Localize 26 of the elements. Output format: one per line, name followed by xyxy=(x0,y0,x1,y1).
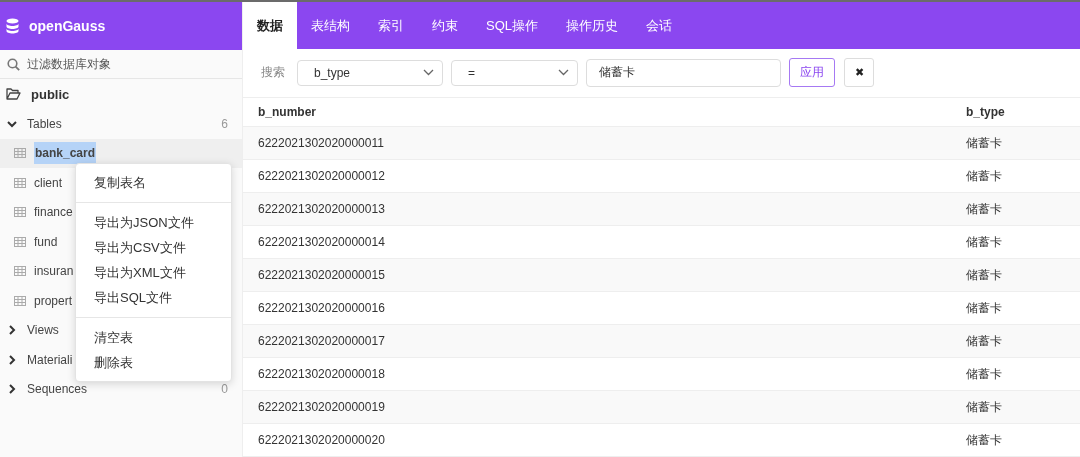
table-cell-text: 6222021302020000019 xyxy=(257,400,386,415)
column-header: b_number xyxy=(257,104,317,119)
table-cell-text: 储蓄卡 xyxy=(966,299,1003,317)
table-cell-text: 储蓄卡 xyxy=(966,365,1003,383)
table-cell-text: 储蓄卡 xyxy=(966,266,1003,284)
table-cell-text: 6222021302020000017 xyxy=(257,334,386,349)
table-cell-text: 6222021302020000015 xyxy=(257,268,386,283)
table-cell-text: 6222021302020000012 xyxy=(257,169,386,184)
table-cell-text: 6222021302020000020 xyxy=(257,433,386,448)
item-count: 6 xyxy=(221,116,228,131)
app-title: openGauss xyxy=(29,18,106,34)
table-cell-text: 储蓄卡 xyxy=(966,134,1003,152)
item-count: 0 xyxy=(221,382,228,397)
table-cell-text: 6222021302020000013 xyxy=(257,202,386,217)
table-cell-text: 储蓄卡 xyxy=(966,233,1003,251)
table-cell-text: 储蓄卡 xyxy=(966,167,1003,185)
table-cell-text: 6222021302020000018 xyxy=(257,367,386,382)
table-cell-text: 6222021302020000014 xyxy=(257,235,386,250)
table-cell-text: 储蓄卡 xyxy=(966,200,1003,218)
column-header: b_type xyxy=(966,104,1006,119)
table-cell-text: 储蓄卡 xyxy=(966,431,1003,449)
search-label: 搜索 xyxy=(261,64,285,82)
table-cell-text: 储蓄卡 xyxy=(966,398,1003,416)
table-cell-text: 储蓄卡 xyxy=(966,332,1003,350)
table-cell-text: 6222021302020000016 xyxy=(257,301,386,316)
table-cell-text: 6222021302020000011 xyxy=(257,136,385,151)
